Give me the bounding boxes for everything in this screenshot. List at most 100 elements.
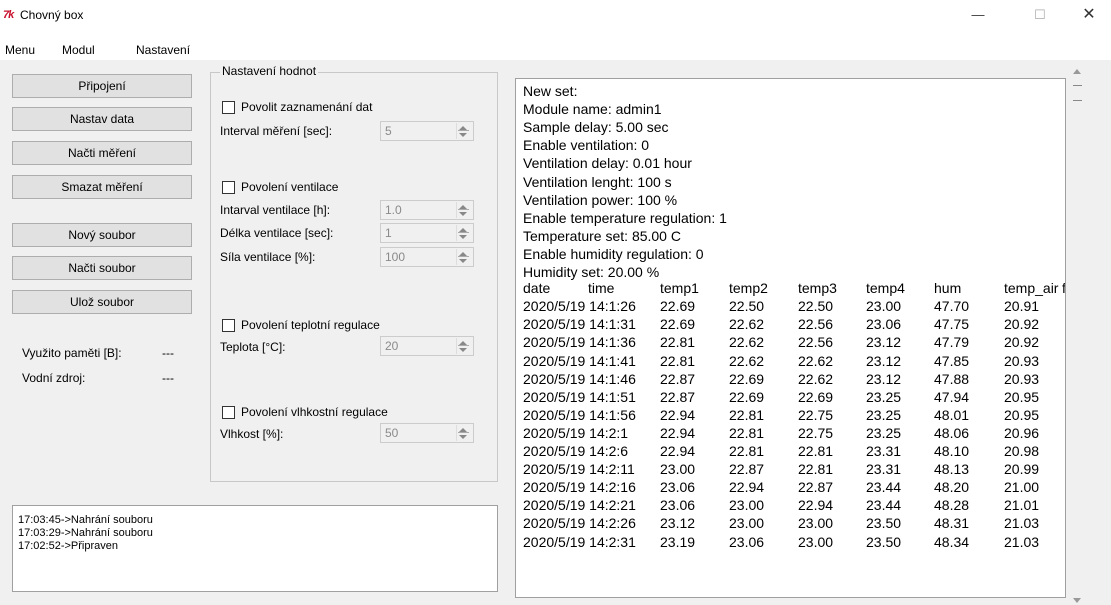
checkbox-box[interactable]	[222, 405, 235, 419]
enable-logging-checkbox[interactable]: Povolit zaznamenání dat	[222, 100, 372, 114]
table-cell: 47.79	[934, 334, 970, 351]
table-cell: 22.94	[660, 406, 696, 423]
table-cell: 2020/5/19 14:1:31	[523, 316, 636, 333]
table-cell: 22.94	[798, 497, 834, 514]
spin-down-icon[interactable]	[459, 235, 467, 239]
table-cell: 23.06	[729, 533, 765, 550]
scroll-up-icon[interactable]	[1073, 69, 1081, 74]
interval-spinbox[interactable]: 5	[380, 121, 474, 141]
spinbox-arrows[interactable]	[456, 202, 471, 218]
connect-button[interactable]: Připojení	[12, 74, 192, 98]
table-cell: 23.06	[866, 316, 902, 333]
table-cell: 48.10	[934, 443, 970, 459]
maximize-button[interactable]: ☐	[1017, 0, 1063, 30]
spin-down-icon[interactable]	[459, 212, 467, 216]
table-cell: 22.81	[729, 443, 765, 459]
table-cell: 23.19	[660, 533, 696, 550]
checkbox-box[interactable]	[222, 318, 235, 332]
spin-down-icon[interactable]	[459, 435, 467, 439]
log-entry: 17:02:52->Připraven	[18, 540, 118, 552]
new-file-button[interactable]: Nový soubor	[12, 223, 192, 247]
checkbox-label: Povolit zaznamenání dat	[241, 100, 373, 114]
spinbox-value: 50	[385, 426, 399, 440]
spinbox-arrows[interactable]	[456, 425, 471, 441]
spin-down-icon[interactable]	[459, 133, 467, 137]
spinbox-arrows[interactable]	[456, 249, 471, 265]
table-cell: 47.88	[934, 370, 970, 387]
set-data-button[interactable]: Nastav data	[12, 107, 192, 131]
table-cell: 20.96	[1004, 424, 1040, 441]
table-cell: 2020/5/19 14:1:51	[523, 388, 636, 405]
table-cell: 22.69	[660, 298, 696, 315]
spinbox-arrows[interactable]	[456, 338, 471, 354]
table-cell: 2020/5/19 14:2:1	[523, 424, 629, 441]
table-cell: 22.87	[660, 370, 696, 387]
menu-item-nastaveni[interactable]: Nastavení	[136, 43, 190, 57]
window-title: Chovný box	[20, 8, 84, 22]
table-cell: 22.81	[798, 443, 834, 459]
table-cell: 48.13	[934, 461, 970, 478]
checkbox-label: Povolení teplotní regulace	[241, 318, 380, 332]
table-header-cell: temp_air	[1004, 280, 1059, 297]
vent-power-spinbox[interactable]: 100	[380, 247, 474, 267]
output-line: Ventilation power: 100 %	[523, 191, 678, 208]
output-line: Sample delay: 5.00 sec	[523, 119, 669, 136]
table-cell: 22.87	[798, 479, 834, 496]
table-cell: 20.95	[1004, 388, 1040, 405]
spin-down-icon[interactable]	[459, 348, 467, 352]
table-cell: 2020/5/19 14:1:26	[523, 298, 636, 315]
spinbox-value: 1.0	[385, 203, 402, 217]
log-list[interactable]: 17:03:45->Nahrání souboru 17:03:29->Nahr…	[12, 505, 498, 592]
table-cell: 23.00	[729, 497, 765, 514]
table-cell: 20.98	[1004, 443, 1040, 459]
spinbox-value: 5	[385, 124, 392, 138]
save-file-button[interactable]: Ulož soubor	[12, 290, 192, 314]
table-cell: 2020/5/19 14:1:56	[523, 406, 636, 423]
vertical-scrollbar[interactable]	[1069, 65, 1086, 605]
table-header-cell: time	[588, 280, 615, 297]
spin-down-icon[interactable]	[459, 259, 467, 263]
table-cell: 22.81	[729, 424, 765, 441]
enable-temp-regulation-checkbox[interactable]: Povolení teplotní regulace	[222, 318, 380, 332]
menu-bar: Menu Modul Nastavení	[0, 38, 1111, 60]
table-header-cell: temp4	[866, 280, 905, 297]
table-cell: 21.03	[1004, 533, 1040, 550]
delete-measurement-button[interactable]: Smazat měření	[12, 175, 192, 199]
vent-interval-spinbox[interactable]: 1.0	[380, 200, 474, 220]
temperature-spinbox[interactable]: 20	[380, 336, 474, 356]
enable-humidity-regulation-checkbox[interactable]: Povolení vlhkostní regulace	[222, 405, 388, 419]
table-cell: 2020/5/19 14:1:41	[523, 352, 636, 369]
table-cell: 2020/5/19 14:2:26	[523, 515, 636, 532]
close-button[interactable]: ✕	[1066, 0, 1111, 30]
table-cell: 22.69	[660, 316, 696, 333]
output-text-area[interactable]: New set: Module name: admin1 Sample delay:…	[515, 78, 1066, 598]
enable-ventilation-checkbox[interactable]: Povolení ventilace	[222, 180, 338, 194]
load-file-button[interactable]: Načti soubor	[12, 256, 192, 280]
load-measurement-button[interactable]: Načti měření	[12, 141, 192, 165]
scroll-down-icon[interactable]	[1073, 598, 1081, 603]
output-line: Temperature set: 85.00 C	[523, 227, 681, 244]
spinbox-arrows[interactable]	[456, 225, 471, 241]
table-cell: 22.69	[729, 370, 765, 387]
vent-length-label: Délka ventilace [sec]:	[220, 226, 334, 240]
table-cell: 23.06	[660, 497, 696, 514]
table-cell: 23.31	[866, 461, 902, 478]
checkbox-box[interactable]	[222, 180, 235, 194]
spinbox-arrows[interactable]	[456, 123, 471, 139]
checkbox-box[interactable]	[222, 100, 235, 114]
table-cell: 20.99	[1004, 461, 1040, 478]
table-cell: 23.25	[866, 424, 902, 441]
table-cell: 22.62	[729, 316, 765, 333]
table-cell: 47.94	[934, 388, 970, 405]
vent-length-spinbox[interactable]: 1	[380, 223, 474, 243]
table-cell: 22.50	[729, 298, 765, 315]
menu-item-menu[interactable]: Menu	[5, 43, 35, 57]
humidity-spinbox[interactable]: 50	[380, 423, 474, 443]
minimize-button[interactable]: —	[955, 0, 1001, 30]
table-header-cell: temp2	[729, 280, 768, 297]
table-cell: 22.81	[798, 461, 834, 478]
output-line: Module name: admin1	[523, 101, 662, 118]
menu-item-modul[interactable]: Modul	[62, 43, 95, 57]
scroll-thumb[interactable]	[1073, 85, 1082, 101]
table-cell: 23.44	[866, 497, 902, 514]
